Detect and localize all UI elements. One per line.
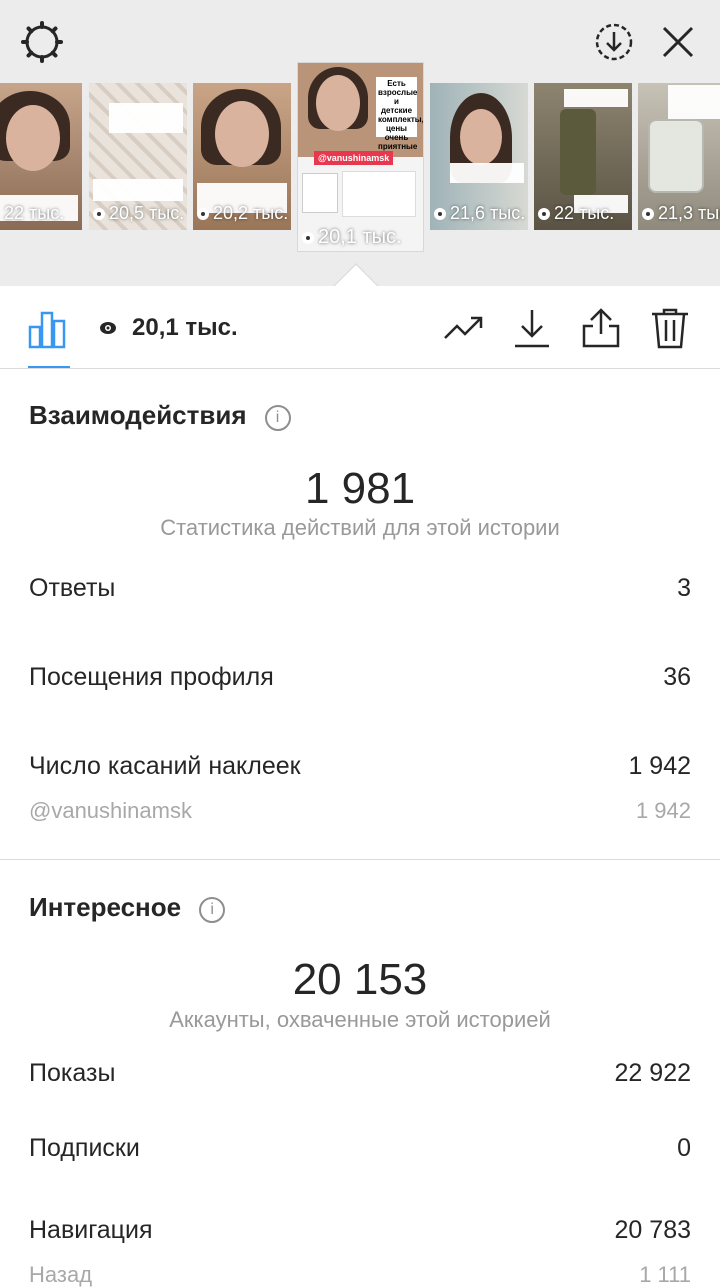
stat-row-follows: Подписки 0 [29,1134,691,1162]
stat-row-navigation: Навигация 20 783 [29,1216,691,1244]
views-total: 20,1 тыс. [98,314,238,342]
story-views: 22 тыс. [538,203,614,224]
trash-icon[interactable] [648,306,692,350]
settings-gear-icon[interactable] [18,18,66,66]
story-caption: Есть взрослые и детские комплекты, цены … [376,77,423,151]
discovery-title: Интересное i [29,892,226,923]
story-views: 20,2 тыс. [197,203,288,224]
story-views: 20,5 тыс. [93,203,184,224]
story-thumbnail[interactable]: 21,6 тыс. [430,83,528,230]
download-icon[interactable] [510,306,554,350]
story-toolbar: 20,1 тыс. [0,286,720,369]
eye-icon [434,208,446,220]
eye-icon [538,208,550,220]
close-icon[interactable] [654,18,702,66]
views-total-value: 20,1 тыс. [132,314,238,341]
eye-icon [93,208,105,220]
stat-row-impressions: Показы 22 922 [29,1059,691,1087]
eye-icon [197,208,209,220]
stories-carousel-area: 22 тыс. 20,5 тыс. 20,2 тыс. Есть взрослы… [0,0,720,286]
stat-row-sticker-mention: @vanushinamsk 1 942 [29,798,691,823]
interactions-total: 1 981 [304,464,416,513]
story-thumbnail-selected[interactable]: Есть взрослые и детские комплекты, цены … [298,63,423,251]
eye-icon [100,322,116,334]
info-icon[interactable]: i [199,897,226,923]
story-thumbnails: 22 тыс. 20,5 тыс. 20,2 тыс. Есть взрослы… [0,63,720,251]
story-thumbnail[interactable]: 22 тыс. [534,83,632,230]
share-icon[interactable] [579,306,623,350]
active-tab-indicator [28,366,70,368]
stat-row-replies: Ответы 3 [29,574,691,602]
bar-chart-icon[interactable] [26,306,70,350]
story-views: 21,6 тыс. [434,203,525,224]
eye-icon [642,208,654,220]
discovery-total: 20 153 [292,955,428,1004]
info-icon[interactable]: i [264,405,291,431]
promote-trend-icon[interactable] [441,306,485,350]
stat-row-profile-visits: Посещения профиля 36 [29,663,691,691]
save-download-icon[interactable] [590,18,638,66]
stat-row-navigation-back: Назад 1 111 [29,1262,691,1287]
story-views: 21,3 тыс. [642,203,720,224]
story-thumbnail[interactable]: 21,3 тыс. [638,83,720,230]
discovery-subtitle: Аккаунты, охваченные этой историей [169,1007,551,1032]
interactions-subtitle: Статистика действий для этой истории [160,515,560,540]
story-thumbnail[interactable]: 20,2 тыс. [193,83,291,230]
story-thumbnail[interactable]: 22 тыс. [0,83,82,230]
mention-sticker: @vanushinamsk [314,151,394,165]
interactions-title: Взаимодействия i [29,400,291,431]
story-views: 20,1 тыс. [302,226,402,249]
eye-icon [302,232,314,244]
section-divider [0,859,720,860]
stat-row-sticker-taps: Число касаний наклеек 1 942 [29,752,691,780]
story-thumbnail[interactable]: 20,5 тыс. [89,83,187,230]
story-views: 22 тыс. [4,203,65,223]
